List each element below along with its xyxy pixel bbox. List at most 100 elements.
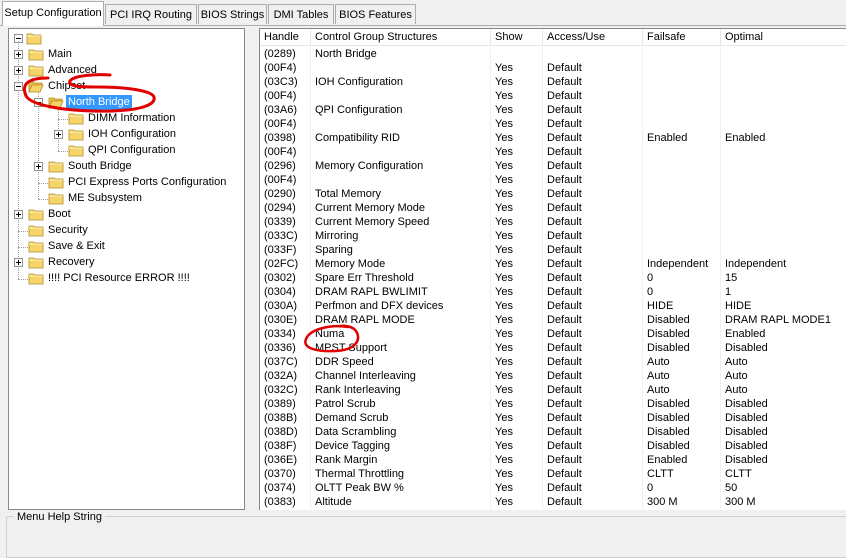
tree-root[interactable] [9, 31, 244, 47]
tree-item-label: PCI Express Ports Configuration [68, 176, 227, 188]
table-row[interactable]: (032A) Channel Interleaving Yes Default Auto… [260, 369, 846, 383]
tree-item-me-subsystem[interactable]: ME Subsystem [9, 191, 244, 207]
table-row[interactable]: (036E) Rank Margin Yes Default Enabled Disabl… [260, 453, 846, 467]
cell-handle: (0398) [260, 131, 311, 145]
table-row[interactable]: (0339) Current Memory Speed Yes Default [260, 215, 846, 229]
cell-access-use: Default [543, 313, 643, 327]
tree-item-label: South Bridge [68, 160, 132, 172]
table-row[interactable]: (038B) Demand Scrub Yes Default Disabled Disa… [260, 411, 846, 425]
tree-item-south-bridge[interactable]: South Bridge [9, 159, 244, 175]
cell-failsafe: Disabled [643, 341, 721, 355]
tab-bios-strings[interactable]: BIOS Strings [198, 4, 267, 24]
tab-bios-features[interactable]: BIOS Features [335, 4, 416, 24]
table-row[interactable]: (038F) Device Tagging Yes Default Disabled Di… [260, 439, 846, 453]
table-row[interactable]: (032C) Rank Interleaving Yes Default Auto Aut… [260, 383, 846, 397]
cell-access-use: Default [543, 397, 643, 411]
cell-access-use [543, 47, 643, 61]
cell-control-group-structures: Perfmon and DFX devices [311, 299, 491, 313]
tree-item-save-exit[interactable]: Save & Exit [9, 239, 244, 255]
table-row[interactable]: (0294) Current Memory Mode Yes Default [260, 201, 846, 215]
expand-icon[interactable] [14, 50, 23, 59]
expand-icon[interactable] [14, 210, 23, 219]
table-row[interactable]: (00F4) Yes Default [260, 89, 846, 103]
cell-failsafe: Disabled [643, 425, 721, 439]
cell-access-use: Default [543, 285, 643, 299]
table-row[interactable]: (0289) North Bridge [260, 47, 846, 61]
table-row[interactable]: (0302) Spare Err Threshold Yes Default 0 15 [260, 271, 846, 285]
cell-control-group-structures: Spare Err Threshold [311, 271, 491, 285]
tree-item-ioh-configuration[interactable]: IOH Configuration [9, 127, 244, 143]
cell-optimal: Disabled [721, 453, 846, 467]
annotation-circle-numa [304, 324, 360, 353]
cell-show: Yes [491, 495, 543, 509]
tab-setup-configuration[interactable]: Setup Configuration [2, 1, 104, 26]
cell-show: Yes [491, 75, 543, 89]
folder-icon [28, 224, 44, 237]
cell-failsafe [643, 61, 721, 75]
folder-icon [68, 144, 84, 157]
tree-item-pci-resource-error[interactable]: !!!! PCI Resource ERROR !!!! [9, 271, 244, 287]
table-row[interactable]: (0370) Thermal Throttling Yes Default CLTT CL… [260, 467, 846, 481]
cell-access-use: Default [543, 131, 643, 145]
table-row[interactable]: (03C3) IOH Configuration Yes Default [260, 75, 846, 89]
cell-show: Yes [491, 271, 543, 285]
table-row[interactable]: (03A6) QPI Configuration Yes Default [260, 103, 846, 117]
cell-failsafe [643, 75, 721, 89]
structures-table[interactable]: Handle Control Group Structures Show Access… [259, 28, 846, 510]
table-row[interactable]: (00F4) Yes Default [260, 117, 846, 131]
cell-show: Yes [491, 453, 543, 467]
cell-handle: (0302) [260, 271, 311, 285]
table-row[interactable]: (0290) Total Memory Yes Default [260, 187, 846, 201]
tree-item-security[interactable]: Security [9, 223, 244, 239]
cell-show: Yes [491, 285, 543, 299]
cell-access-use: Default [543, 453, 643, 467]
expand-icon[interactable] [14, 258, 23, 267]
table-row[interactable]: (00F4) Yes Default [260, 145, 846, 159]
table-row[interactable]: (033F) Sparing Yes Default [260, 243, 846, 257]
tree-item-boot[interactable]: Boot [9, 207, 244, 223]
cell-control-group-structures [311, 117, 491, 131]
column-header-control-group-structures[interactable]: Control Group Structures [311, 29, 491, 46]
cell-optimal: Auto [721, 369, 846, 383]
table-row[interactable]: (0304) DRAM RAPL BWLIMIT Yes Default 0 1 [260, 285, 846, 299]
cell-access-use: Default [543, 481, 643, 495]
cell-failsafe [643, 243, 721, 257]
table-row[interactable]: (02FC) Memory Mode Yes Default Independent In… [260, 257, 846, 271]
cell-show: Yes [491, 341, 543, 355]
cell-optimal [721, 173, 846, 187]
cell-control-group-structures [311, 89, 491, 103]
tree-item-main[interactable]: Main [9, 47, 244, 63]
column-header-handle[interactable]: Handle [260, 29, 311, 46]
cell-failsafe: CLTT [643, 467, 721, 481]
table-row[interactable]: (0383) Altitude Yes Default 300 M 300 M [260, 495, 846, 509]
cell-control-group-structures: Rank Margin [311, 453, 491, 467]
cell-failsafe [643, 47, 721, 61]
tree-item-pci-express-ports-configuration[interactable]: PCI Express Ports Configuration [9, 175, 244, 191]
tree-item-recovery[interactable]: Recovery [9, 255, 244, 271]
table-row[interactable]: (0296) Memory Configuration Yes Default [260, 159, 846, 173]
table-row[interactable]: (038D) Data Scrambling Yes Default Disabled D… [260, 425, 846, 439]
cell-handle: (00F4) [260, 145, 311, 159]
cell-access-use: Default [543, 271, 643, 285]
cell-optimal: Enabled [721, 327, 846, 341]
cell-optimal [721, 187, 846, 201]
tab-pci-irq-routing[interactable]: PCI IRQ Routing [105, 4, 197, 24]
column-header-failsafe[interactable]: Failsafe [643, 29, 721, 46]
column-header-access-use[interactable]: Access/Use [543, 29, 643, 46]
table-row[interactable]: (030A) Perfmon and DFX devices Yes Default H… [260, 299, 846, 313]
column-header-optimal[interactable]: Optimal [721, 29, 846, 46]
folder-icon [48, 192, 64, 205]
tree-item-qpi-configuration[interactable]: QPI Configuration [9, 143, 244, 159]
table-row[interactable]: (0389) Patrol Scrub Yes Default Disabled Disa… [260, 397, 846, 411]
cell-show: Yes [491, 355, 543, 369]
expand-icon[interactable] [54, 130, 63, 139]
expand-icon[interactable] [34, 162, 43, 171]
table-row[interactable]: (00F4) Yes Default [260, 61, 846, 75]
tab-dmi-tables[interactable]: DMI Tables [268, 4, 334, 24]
table-row[interactable]: (00F4) Yes Default [260, 173, 846, 187]
cell-access-use: Default [543, 299, 643, 313]
table-row[interactable]: (0398) Compatibility RID Yes Default Enabled… [260, 131, 846, 145]
column-header-show[interactable]: Show [491, 29, 543, 46]
table-row[interactable]: (0374) OLTT Peak BW % Yes Default 0 50 [260, 481, 846, 495]
table-row[interactable]: (033C) Mirroring Yes Default [260, 229, 846, 243]
